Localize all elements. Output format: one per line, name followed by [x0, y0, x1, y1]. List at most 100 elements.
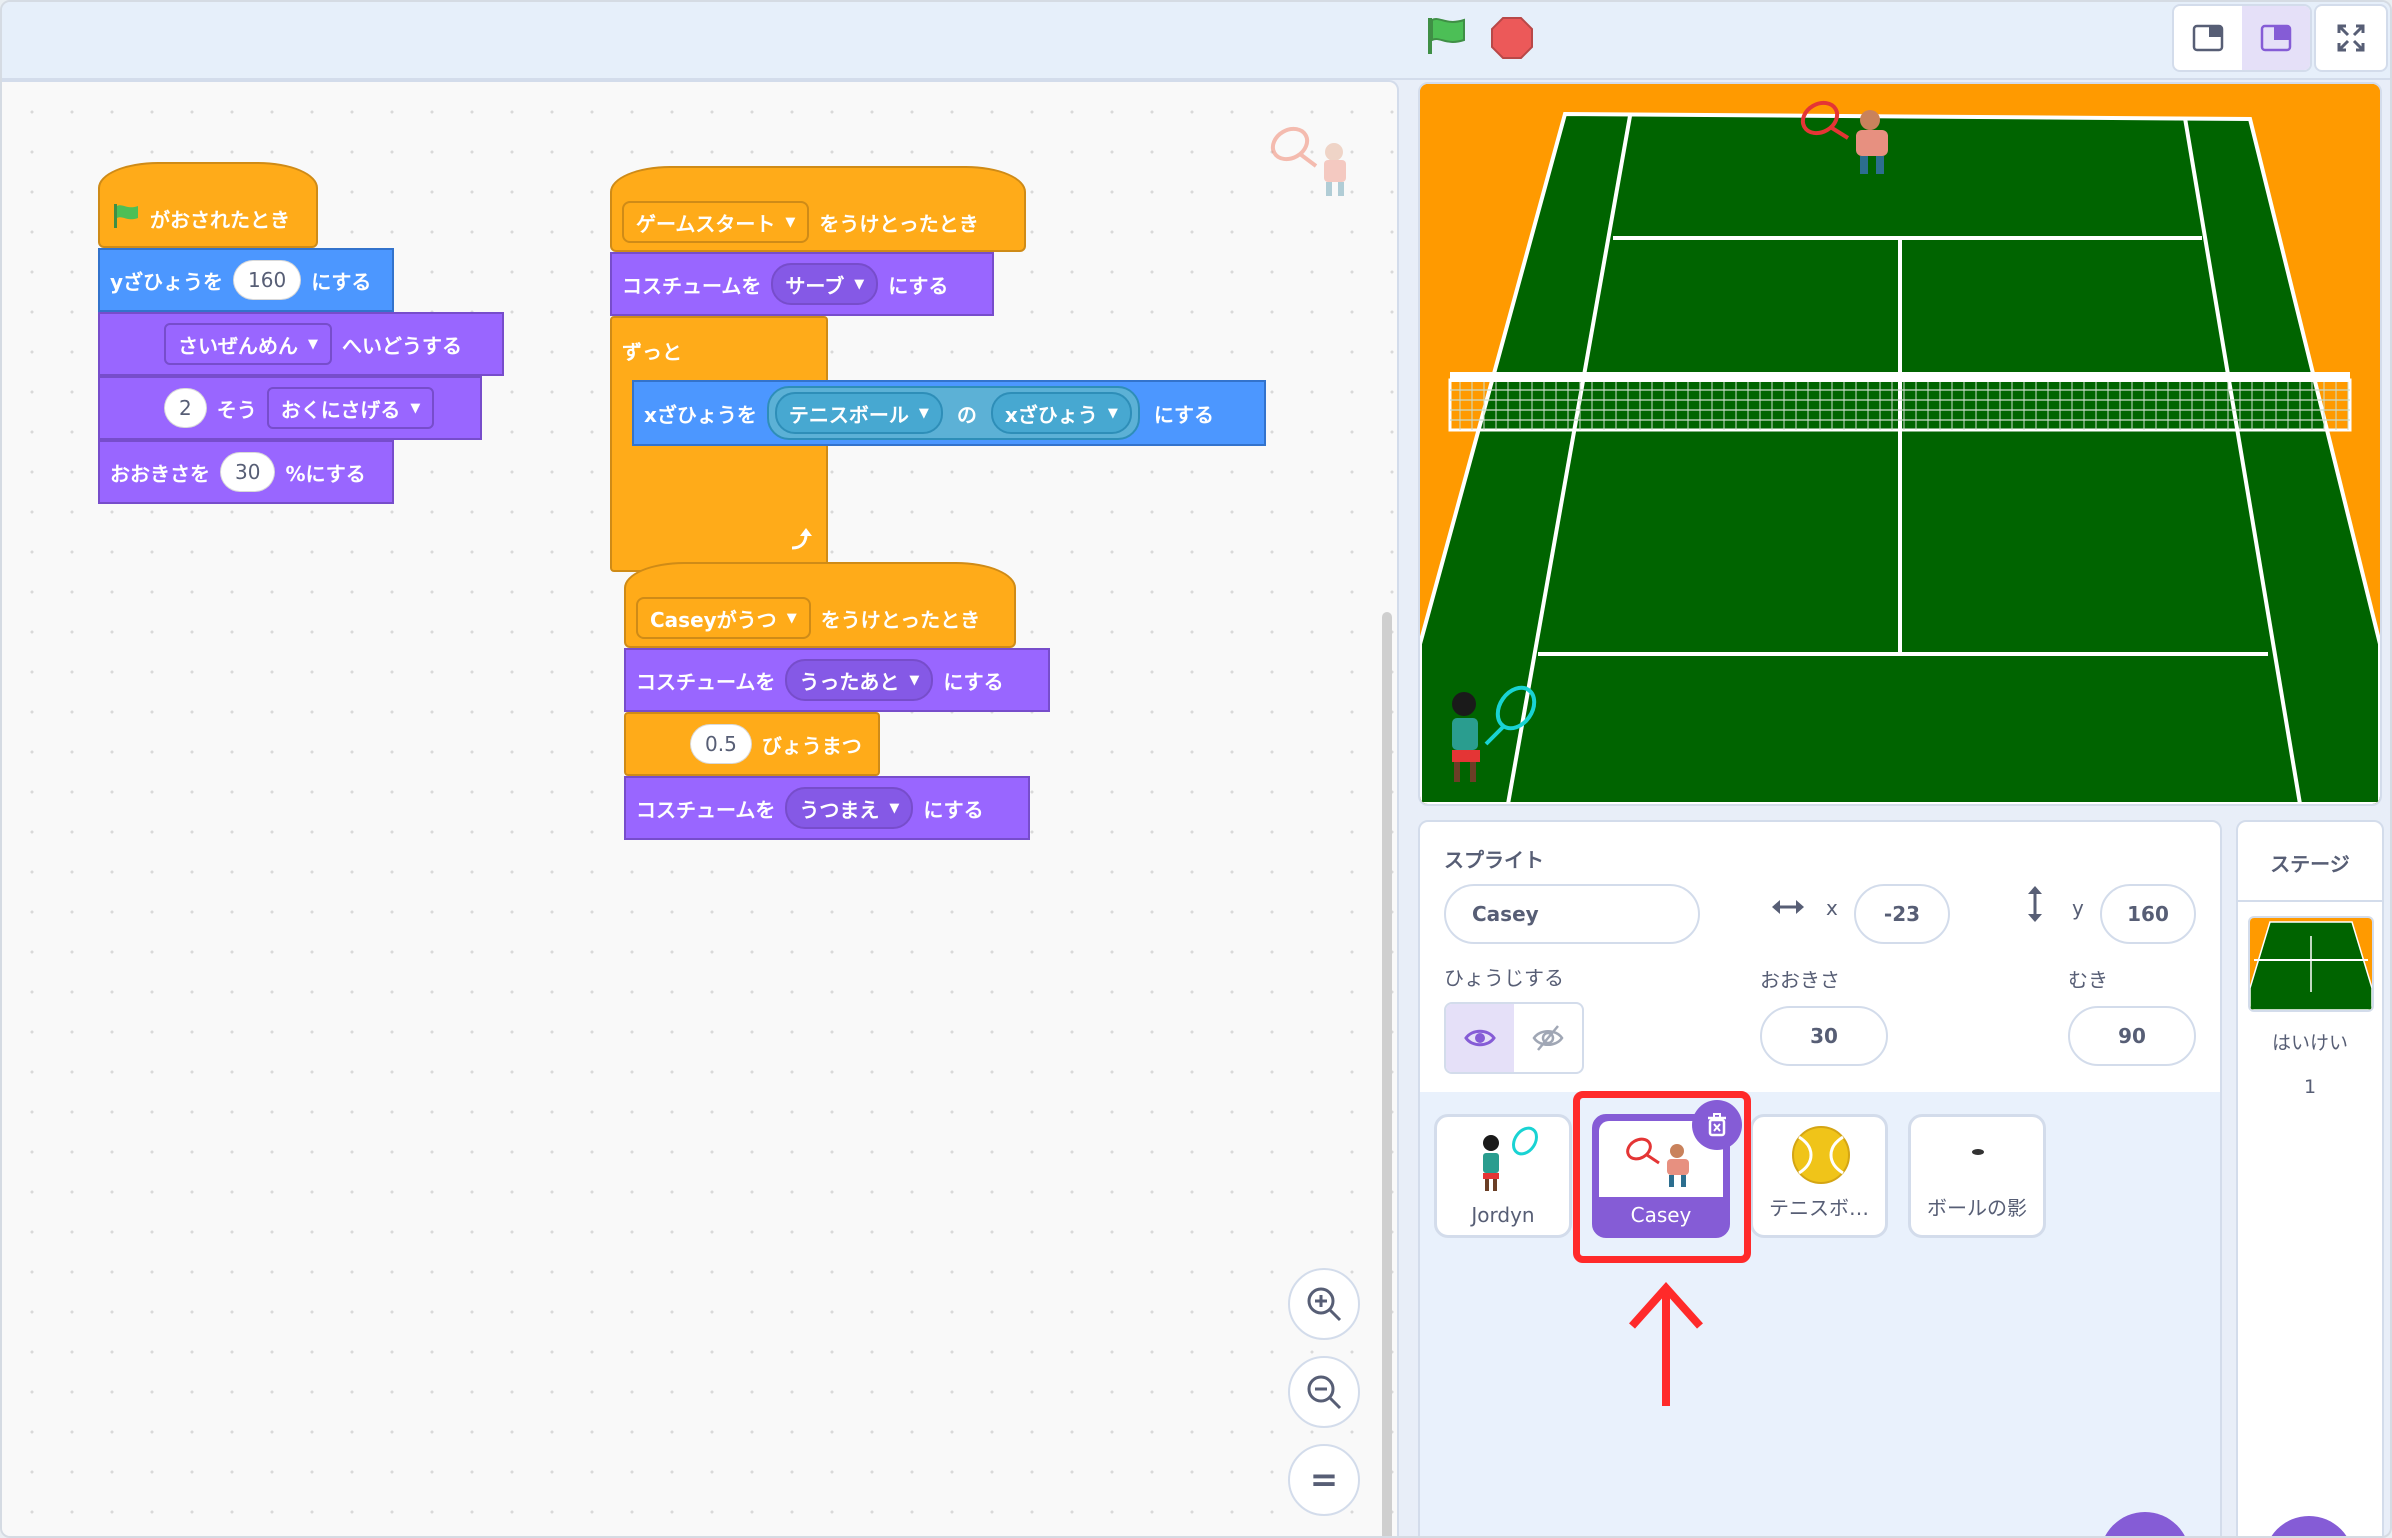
- stage-canvas[interactable]: [1418, 82, 2382, 806]
- backdrop-thumbnail: [2248, 916, 2374, 1012]
- trash-icon[interactable]: [1692, 1100, 1742, 1150]
- small-stage-icon[interactable]: [2174, 6, 2242, 70]
- fullscreen-icon[interactable]: [2314, 4, 2388, 72]
- zoom-reset-icon[interactable]: =: [1288, 1444, 1360, 1516]
- eye-icon[interactable]: [1446, 1004, 1514, 1072]
- stage-size-toggle: [2172, 4, 2312, 72]
- green-flag-icon[interactable]: [1424, 16, 1468, 56]
- large-stage-icon[interactable]: [2242, 6, 2310, 70]
- size-field[interactable]: 30: [1760, 1006, 1888, 1066]
- choose-sprite-button[interactable]: [2100, 1512, 2190, 1536]
- sprite-info-panel: スプライト Casey x -23 y 160 ひょうじする おおきさ 30 む…: [1418, 820, 2222, 1096]
- costume-label: コスチュームを: [622, 273, 762, 298]
- when-flag-label: がおされたとき: [150, 207, 290, 232]
- costume-suffix: にする: [888, 273, 949, 298]
- size-label: おおきさ: [1760, 968, 1840, 992]
- switch-costume-block[interactable]: コスチュームを サーブ ▼ にする: [610, 252, 994, 316]
- goto-layer-dropdown[interactable]: さいぜんめん ▼: [164, 323, 332, 365]
- stage-header: [2, 2, 2390, 80]
- sensing-of-reporter[interactable]: テニスボール ▼ の xざひょう ▼: [766, 386, 1140, 440]
- wait-block[interactable]: 0.5 びょうまつ: [624, 712, 880, 776]
- x-field[interactable]: -23: [1854, 884, 1950, 944]
- go-backward-layers-block[interactable]: 2 そう おくにさげる ▼: [98, 376, 482, 440]
- y-field[interactable]: 160: [2100, 884, 2196, 944]
- set-x-block[interactable]: xざひょうを テニスボール ▼ の xざひょう ▼ にする: [632, 380, 1266, 446]
- costume1-suffix: にする: [943, 669, 1004, 694]
- show-label: ひょうじする: [1444, 966, 1564, 990]
- zoom-in-icon[interactable]: [1288, 1268, 1360, 1340]
- set-size-input[interactable]: 30: [220, 452, 276, 492]
- goto-suffix: へいどうする: [342, 333, 462, 358]
- chevron-down-icon: ▼: [785, 214, 796, 230]
- stage-selector-panel[interactable]: ステージ はいけい 1: [2236, 820, 2384, 1536]
- when-flag-clicked-block[interactable]: がおされたとき: [98, 162, 318, 248]
- sprite-watermark-icon: [1264, 122, 1364, 206]
- wait-suffix: びょうまつ: [761, 733, 862, 758]
- vertical-scrollbar[interactable]: [1382, 612, 1392, 1536]
- stop-icon[interactable]: [1490, 16, 1534, 60]
- set-size-suffix: %にする: [285, 461, 366, 486]
- costume2-suffix: にする: [923, 797, 984, 822]
- costume1-label: コスチュームを: [636, 669, 776, 694]
- layers-mid: そう: [216, 397, 257, 422]
- message-casey-value: Caseyがうつ: [650, 607, 777, 632]
- eye-hidden-icon[interactable]: [1514, 1004, 1582, 1072]
- costume-dropdown[interactable]: サーブ ▼: [771, 263, 879, 305]
- switch-costume-before-block[interactable]: コスチュームを うつまえ ▼ にする: [624, 776, 1030, 840]
- sprite-tile-jordyn[interactable]: Jordyn: [1434, 1114, 1572, 1238]
- receive-casey-suffix: をうけとったとき: [820, 607, 981, 632]
- costume2-value: うつまえ: [799, 797, 880, 822]
- when-receive-casey-block[interactable]: Caseyがうつ ▼ をうけとったとき: [624, 562, 1016, 648]
- backdrop-count: 1: [2303, 1076, 2317, 1098]
- x-label: x: [1826, 896, 1838, 920]
- sensing-property-value: xざひょう: [1004, 402, 1098, 427]
- ball-shadow-icon: [1972, 1149, 1984, 1155]
- switch-costume-after-block[interactable]: コスチュームを うったあと ▼ にする: [624, 648, 1050, 712]
- sprite-tile-tennis-ball[interactable]: テニスボ…: [1750, 1114, 1888, 1238]
- costume1-value: うったあと: [799, 669, 900, 694]
- sprite-tile-ball-shadow[interactable]: ボールの影: [1908, 1114, 2046, 1238]
- zoom-out-icon[interactable]: [1288, 1356, 1360, 1428]
- set-y-label: yざひょうを: [110, 269, 224, 294]
- receive-suffix: をうけとったとき: [819, 211, 979, 236]
- set-y-input[interactable]: 160: [233, 260, 302, 300]
- sprite-name-field[interactable]: Casey: [1444, 884, 1700, 944]
- direction-label: むき: [2068, 968, 2108, 992]
- costume2-dropdown[interactable]: うつまえ ▼: [785, 787, 914, 829]
- stage-divider: [2238, 900, 2382, 902]
- sensing-sprite-dropdown[interactable]: テニスボール ▼: [774, 392, 943, 434]
- wait-input[interactable]: 0.5: [690, 724, 752, 764]
- script-area[interactable]: がおされたとき yざひょうを 160 にする さいぜんめん ▼ へいどうする 2 …: [2, 80, 1399, 1536]
- chevron-down-icon: ▼: [918, 405, 929, 421]
- visibility-toggle: [1444, 1002, 1584, 1074]
- costume2-label: コスチュームを: [636, 797, 776, 822]
- layer-direction-dropdown[interactable]: おくにさげる ▼: [266, 387, 435, 429]
- direction-field[interactable]: 90: [2068, 1006, 2196, 1066]
- set-size-block[interactable]: おおきさを 30 %にする: [98, 440, 394, 504]
- when-receive-block[interactable]: ゲームスタート ▼ をうけとったとき: [610, 166, 1026, 252]
- sensing-property-dropdown[interactable]: xざひょう ▼: [990, 392, 1132, 434]
- go-to-layer-block[interactable]: さいぜんめん ▼ へいどうする: [98, 312, 504, 376]
- choose-backdrop-button[interactable]: [2264, 1516, 2354, 1536]
- chevron-down-icon: ▼: [1107, 405, 1118, 421]
- y-arrows-icon: [2020, 884, 2050, 928]
- message-dropdown-casey[interactable]: Caseyがうつ ▼: [636, 597, 811, 639]
- sprite-name: Jordyn: [1471, 1203, 1535, 1227]
- sprite-label: スプライト: [1444, 848, 1544, 872]
- up-arrow-icon: [1626, 1278, 1706, 1412]
- tennis-ball-icon: [1792, 1126, 1850, 1184]
- set-y-suffix: にする: [311, 269, 372, 294]
- sprite-name: テニスボ…: [1769, 1196, 1869, 1220]
- tennis-court-backdrop: [1420, 84, 2380, 804]
- message-dropdown[interactable]: ゲームスタート ▼: [622, 201, 810, 243]
- y-label: y: [2072, 896, 2084, 920]
- stage-title: ステージ: [2270, 852, 2350, 876]
- layers-input[interactable]: 2: [164, 388, 207, 428]
- scratch-editor: がおされたとき yざひょうを 160 にする さいぜんめん ▼ へいどうする 2 …: [0, 0, 2392, 1538]
- set-y-block[interactable]: yざひょうを 160 にする: [98, 248, 394, 312]
- sprite-name: ボールの影: [1927, 1196, 2027, 1220]
- backdrop-label: はいけい: [2271, 1032, 2348, 1054]
- costume1-dropdown[interactable]: うったあと ▼: [785, 659, 934, 701]
- layer-direction-value: おくにさげる: [280, 397, 401, 422]
- set-size-label: おおきさを: [110, 461, 210, 486]
